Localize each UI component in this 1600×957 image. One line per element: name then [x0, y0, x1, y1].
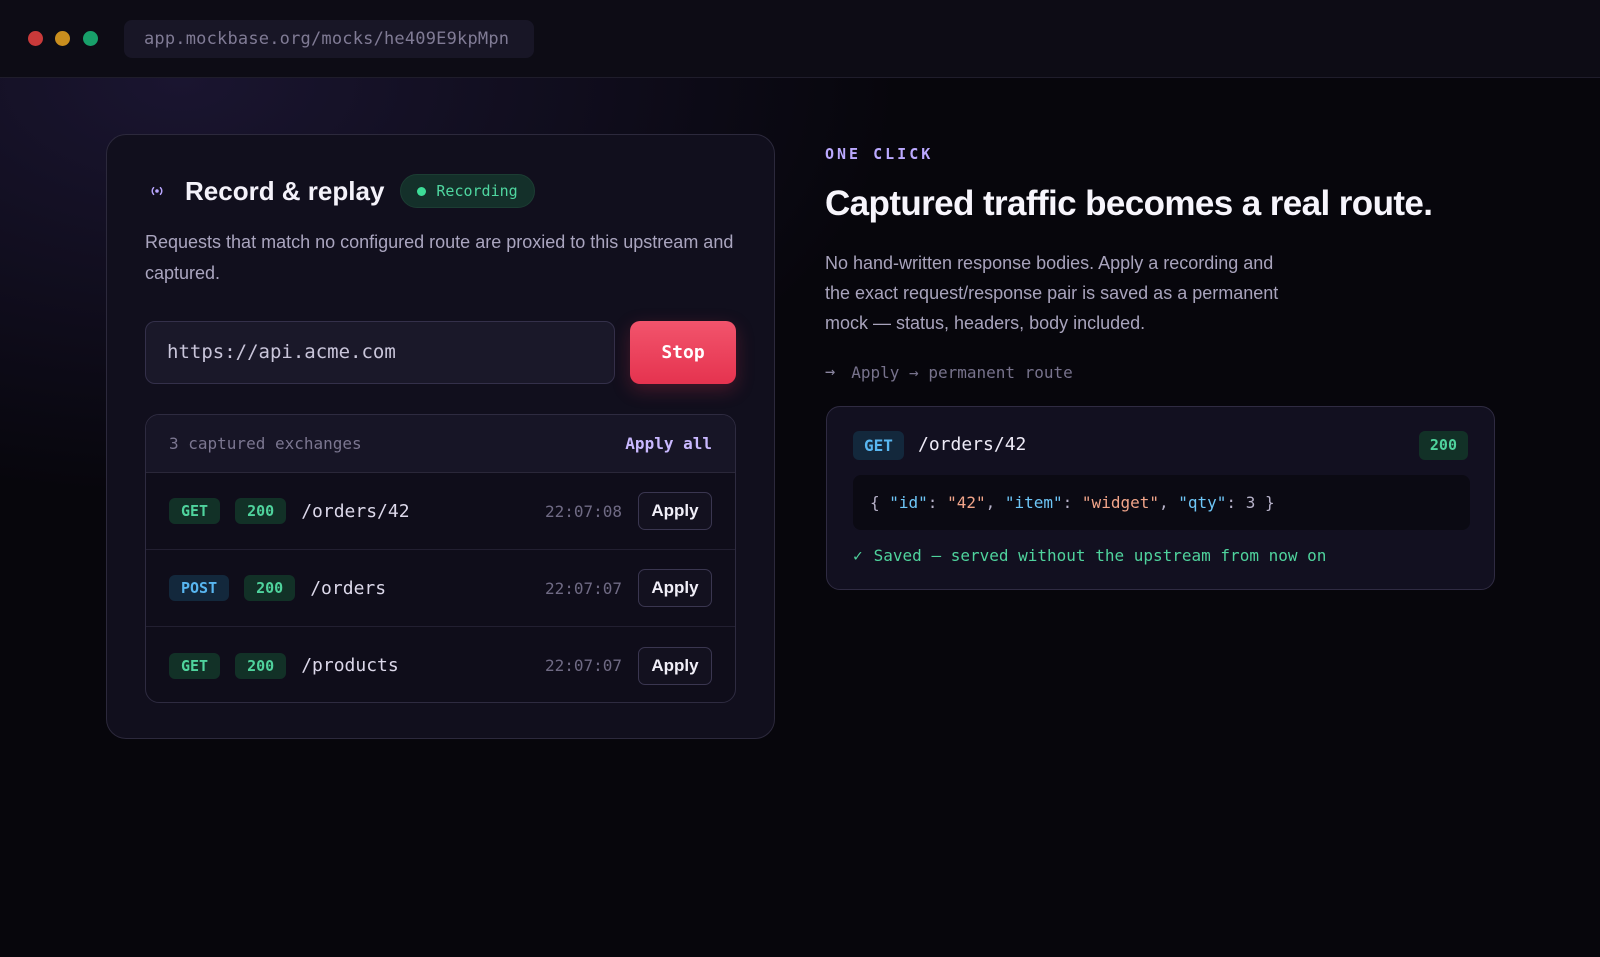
exchange-row: GET 200 /products 22:07:07 Apply	[146, 627, 735, 702]
recording-status-badge: Recording	[400, 174, 535, 208]
captured-exchanges-header: 3 captured exchanges Apply all	[146, 415, 735, 473]
flow-text: Apply → permanent route	[851, 362, 1073, 382]
exchange-path: /products	[301, 655, 399, 676]
exchange-time: 22:07:07	[544, 656, 622, 675]
saved-confirmation: ✓ Saved — served without the upstream fr…	[853, 546, 1326, 565]
address-bar[interactable]: app.mockbase.org/mocks/he409E9kpMpn	[124, 20, 534, 58]
exchange-path: /orders	[310, 577, 387, 599]
broadcast-icon	[149, 183, 165, 199]
upstream-url-input[interactable]: https://api.acme.com	[145, 321, 615, 384]
saved-text: Saved — served without the upstream from…	[873, 546, 1327, 565]
method-badge: GET	[169, 498, 221, 524]
panel-header: Record & replay Recording	[149, 173, 535, 209]
code-token: :	[927, 493, 948, 512]
apply-all-button[interactable]: Apply all	[625, 434, 712, 453]
status-badge: 200	[244, 575, 296, 601]
panel-title: Record & replay	[185, 175, 385, 206]
record-replay-panel: Record & replay Recording Requests that …	[106, 134, 775, 739]
exchange-time: 22:07:07	[544, 578, 622, 598]
status-badge: 200	[235, 498, 287, 524]
panel-description: Requests that match no configured route …	[145, 232, 734, 283]
section-headline: Captured traffic becomes a real route.	[825, 184, 1433, 223]
status-badge: 200	[1418, 431, 1468, 460]
flow-caption: → Apply → permanent route	[825, 362, 1073, 382]
code-token: : 3 }	[1226, 493, 1275, 512]
exchange-time: 22:07:08	[544, 501, 622, 521]
window-maximize-button[interactable]	[83, 31, 98, 46]
code-token: :	[1062, 493, 1082, 512]
recording-dot-icon	[417, 186, 427, 196]
code-token: {	[870, 493, 890, 512]
browser-toolbar: app.mockbase.org/mocks/he409E9kpMpn	[0, 0, 1600, 78]
code-token: "item"	[1004, 493, 1063, 512]
section-eyebrow: ONE CLICK	[825, 145, 934, 163]
exchange-row: POST 200 /orders 22:07:07 Apply	[146, 550, 735, 627]
exchange-path: /orders/42	[301, 500, 410, 522]
apply-button[interactable]: Apply	[638, 569, 712, 607]
captured-exchanges-list: 3 captured exchanges Apply all GET 200 /…	[145, 414, 736, 703]
apply-button[interactable]: Apply	[638, 492, 712, 530]
code-token: "widget"	[1081, 493, 1159, 512]
method-badge: GET	[853, 431, 904, 460]
code-token: ,	[1158, 493, 1179, 512]
section-body: No hand-written response bodies. Apply a…	[825, 253, 1279, 333]
exchange-row: GET 200 /orders/42 22:07:08 Apply	[146, 473, 735, 550]
response-body-preview: { "id": "42", "item": "widget", "qty": 3…	[853, 475, 1470, 530]
captured-count: 3 captured exchanges	[169, 434, 362, 453]
code-token: "qty"	[1178, 493, 1227, 512]
apply-button[interactable]: Apply	[638, 646, 712, 685]
method-badge: POST	[169, 575, 230, 601]
check-icon: ✓	[853, 546, 863, 565]
code-token: "42"	[947, 493, 986, 512]
code-token: "id"	[889, 493, 928, 512]
window-close-button[interactable]	[28, 31, 43, 46]
stop-recording-button[interactable]: Stop	[630, 321, 736, 384]
arrow-right-icon: →	[825, 362, 836, 382]
code-token: ,	[985, 493, 1005, 512]
route-path: /orders/42	[918, 434, 1027, 455]
saved-route-card: GET /orders/42 200 { "id": "42", "item":…	[826, 406, 1495, 590]
recording-status-label: Recording	[436, 182, 518, 200]
status-badge: 200	[235, 652, 287, 679]
method-badge: GET	[169, 652, 221, 679]
window-minimize-button[interactable]	[55, 31, 70, 46]
